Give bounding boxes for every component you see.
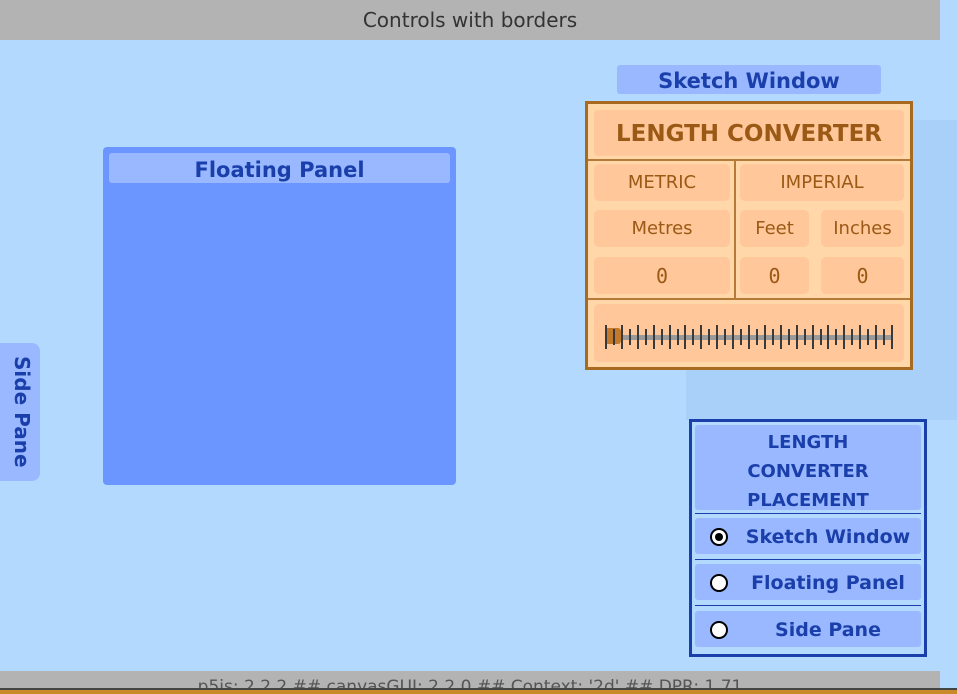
side-pane-tab[interactable]: Side Pane — [0, 343, 40, 481]
converter-divider — [588, 159, 910, 161]
slider-tick — [795, 325, 798, 349]
slider-tick — [755, 329, 758, 345]
option-sketch-window[interactable]: Sketch Window — [695, 518, 921, 554]
slider-tick — [605, 325, 607, 349]
floating-panel[interactable]: Floating Panel — [103, 147, 456, 485]
slider-tick — [692, 329, 695, 345]
feet-unit-label: Feet — [740, 210, 809, 247]
length-converter-panel: LENGTH CONVERTER METRIC IMPERIAL Metres … — [585, 101, 913, 370]
placement-divider — [695, 559, 921, 560]
placement-divider — [695, 513, 921, 514]
placement-title-line: PLACEMENT — [747, 490, 869, 511]
inches-unit-label: Inches — [821, 210, 904, 247]
slider-tick — [636, 325, 639, 349]
slider-tick — [628, 329, 631, 345]
slider-tick — [644, 329, 647, 345]
slider-tick — [660, 329, 663, 345]
slider-tick — [819, 329, 822, 345]
placement-title-line: CONVERTER — [747, 461, 869, 482]
length-converter-title: LENGTH CONVERTER — [594, 110, 904, 156]
slider-tick — [891, 325, 893, 349]
bottom-border — [0, 688, 957, 694]
slider-tick — [740, 329, 743, 345]
slider-tick — [652, 325, 655, 349]
inches-input[interactable]: 0 — [821, 257, 904, 294]
slider-tick — [716, 325, 719, 349]
length-slider[interactable] — [594, 304, 904, 362]
slider-tick — [875, 325, 878, 349]
imperial-label: IMPERIAL — [740, 164, 904, 201]
slider-tick — [668, 325, 671, 349]
radio-button-icon[interactable] — [710, 621, 728, 639]
slider-tick — [883, 329, 886, 345]
placement-title-line: LENGTH — [767, 432, 849, 453]
option-label: Sketch Window — [745, 526, 911, 548]
slider-tick — [676, 329, 679, 345]
slider-tick — [620, 325, 623, 349]
option-label: Side Pane — [775, 619, 881, 641]
slider-tick — [748, 325, 750, 349]
converter-divider — [734, 159, 736, 299]
slider-tick — [787, 329, 790, 345]
slider-tick — [811, 325, 814, 349]
slider-tick — [700, 325, 703, 349]
slider-tick — [779, 325, 782, 349]
slider-tick — [732, 325, 735, 349]
slider-tick — [867, 329, 870, 345]
status-bar: p5js: 2.2.2 ## canvasGUI: 2.2.0 ## Conte… — [0, 671, 940, 689]
slider-tick — [827, 325, 830, 349]
option-floating-panel[interactable]: Floating Panel — [695, 564, 921, 600]
radio-button-icon[interactable] — [710, 528, 728, 546]
slider-tick — [708, 329, 711, 345]
slider-tick — [684, 325, 687, 349]
metres-unit-label: Metres — [594, 210, 730, 247]
slider-tick — [763, 325, 766, 349]
converter-divider — [588, 298, 910, 300]
placement-divider — [695, 605, 921, 606]
slider-tick — [835, 329, 838, 345]
metres-input[interactable]: 0 — [594, 257, 730, 294]
slider-tick — [724, 329, 727, 345]
feet-input[interactable]: 0 — [740, 257, 809, 294]
slider-tick — [771, 329, 774, 345]
slider-tick — [803, 329, 806, 345]
placement-title: LENGTH CONVERTER PLACEMENT — [695, 425, 921, 511]
sketch-window-label: Sketch Window — [617, 65, 881, 94]
slider-tick — [851, 329, 854, 345]
slider-tick — [612, 329, 615, 345]
window-title: Controls with borders — [0, 0, 940, 40]
slider-tick — [843, 325, 846, 349]
metric-label: METRIC — [594, 164, 730, 201]
radio-button-icon[interactable] — [710, 574, 728, 592]
option-label: Floating Panel — [751, 572, 905, 594]
side-pane-label: Side Pane — [10, 356, 34, 468]
placement-panel: LENGTH CONVERTER PLACEMENT Sketch Window… — [689, 419, 927, 657]
option-side-pane[interactable]: Side Pane — [695, 611, 921, 647]
slider-tick — [859, 325, 862, 349]
floating-panel-title[interactable]: Floating Panel — [109, 153, 450, 183]
